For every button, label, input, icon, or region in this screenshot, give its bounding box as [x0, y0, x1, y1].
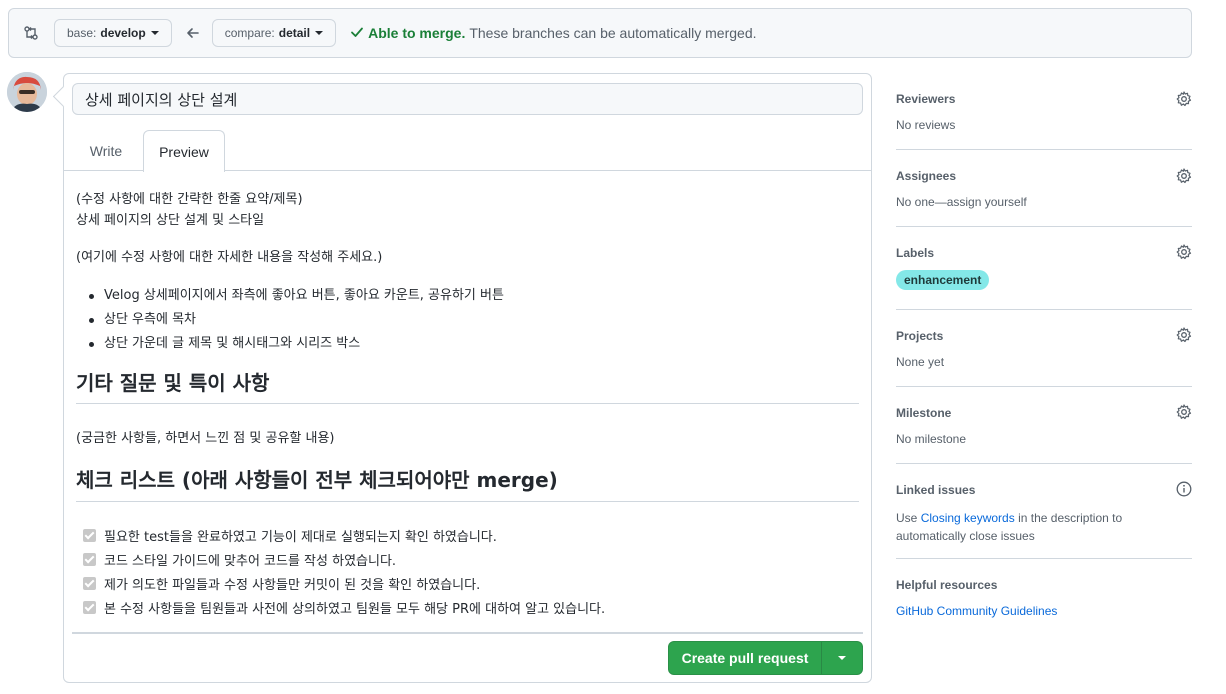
tab-preview[interactable]: Preview	[143, 130, 225, 172]
closing-keywords-link[interactable]: Closing keywords	[921, 511, 1015, 525]
compare-branch-select[interactable]: compare: detail	[211, 19, 337, 47]
labels-title[interactable]: Labels	[896, 246, 934, 260]
bullet-list: Velog 상세페이지에서 좌측에 좋아요 버튼, 좋아요 카운트, 공유하기 …	[76, 284, 504, 356]
base-branch-name: develop	[100, 26, 146, 40]
pr-form: Write Preview (수정 사항에 대한 간략한 한줄 요약/제목) 상…	[63, 73, 872, 683]
assignees-value[interactable]: No one—assign yourself	[896, 195, 1027, 209]
check-icon	[350, 25, 364, 42]
checkbox[interactable]	[83, 552, 96, 566]
checklist-heading: 체크 리스트 (아래 사항들이 전부 체크되어야만 merge)	[76, 461, 859, 502]
helpful-resources-section: Helpful resources GitHub Community Guide…	[896, 559, 1192, 629]
task-label: 제가 의도한 파일들과 수정 사항들만 커밋이 된 것을 확인 하였습니다.	[104, 577, 481, 593]
task-label: 필요한 test들을 완료하였고 기능이 제대로 실행되는지 확인 하였습니다.	[104, 529, 497, 545]
compare-bar: base: develop compare: detail Able to me…	[8, 8, 1192, 58]
summary-text: 상세 페이지의 상단 설계 및 스타일	[76, 213, 265, 228]
task-label: 본 수정 사항들을 팀원들과 사전에 상의하였고 팀원들 모두 해당 PR에 대…	[104, 601, 606, 617]
create-pr-button[interactable]: Create pull request	[669, 642, 822, 674]
gear-icon[interactable]	[1176, 244, 1192, 260]
chevron-down-icon	[150, 31, 159, 35]
compare-branch-name: detail	[278, 26, 311, 40]
create-pr-dropdown[interactable]	[822, 642, 862, 674]
merge-status: Able to merge. These branches can be aut…	[350, 25, 757, 42]
list-item: 상단 가운데 글 제목 및 해시태그와 시리즈 박스	[76, 332, 504, 356]
merge-desc-text: These branches can be automatically merg…	[469, 25, 757, 41]
merge-ok-text: Able to merge.	[368, 25, 466, 41]
label-enhancement[interactable]: enhancement	[896, 270, 990, 290]
divider	[72, 632, 863, 634]
label-list: enhancement	[896, 270, 990, 290]
reviewers-title[interactable]: Reviewers	[896, 92, 955, 106]
editor-tabs: Write Preview	[64, 130, 871, 172]
create-pr-button-group: Create pull request	[668, 641, 863, 675]
task-item: 본 수정 사항들을 팀원들과 사전에 상의하였고 팀원들 모두 해당 PR에 대…	[76, 595, 605, 619]
tab-write[interactable]: Write	[74, 130, 138, 171]
list-item: Velog 상세페이지에서 좌측에 좋아요 버튼, 좋아요 카운트, 공유하기 …	[76, 284, 504, 308]
linked-issues-section: Linked issues Use Closing keywords in th…	[896, 464, 1192, 559]
linked-issues-title: Linked issues	[896, 483, 976, 497]
list-item: 상단 우측에 목차	[76, 308, 504, 332]
task-list: 필요한 test들을 완료하였고 기능이 제대로 실행되는지 확인 하였습니다.…	[76, 523, 605, 619]
sidebar: Reviewers No reviews Assignees No one—as…	[896, 80, 1192, 629]
checkbox[interactable]	[83, 600, 96, 614]
linked-post2: automatically close issues	[896, 529, 1035, 543]
avatar[interactable]	[7, 72, 47, 112]
chevron-down-icon	[315, 31, 324, 35]
pr-title-input[interactable]	[72, 83, 863, 115]
questions-text: (궁금한 사항들, 하면서 느낀 점 및 공유할 내용)	[76, 431, 335, 446]
milestone-title[interactable]: Milestone	[896, 406, 951, 420]
projects-value: None yet	[896, 355, 945, 369]
assignees-section: Assignees No one—assign yourself	[896, 150, 1192, 227]
linked-post: in the description to	[1018, 511, 1123, 525]
projects-title[interactable]: Projects	[896, 329, 943, 343]
community-guidelines-link[interactable]: GitHub Community Guidelines	[896, 604, 1057, 618]
gear-icon[interactable]	[1176, 91, 1192, 107]
task-label: 코드 스타일 가이드에 맞추어 코드를 작성 하였습니다.	[104, 553, 397, 569]
summary-heading: (수정 사항에 대한 간략한 한줄 요약/제목)	[76, 192, 303, 207]
task-item: 제가 의도한 파일들과 수정 사항들만 커밋이 된 것을 확인 하였습니다.	[76, 571, 605, 595]
compare-prefix: compare:	[224, 26, 275, 40]
checkbox[interactable]	[83, 528, 96, 542]
linked-issues-text: Use Closing keywords in the description …	[896, 509, 1136, 545]
projects-section: Projects None yet	[896, 310, 1192, 387]
info-icon[interactable]	[1176, 481, 1192, 497]
assignees-title[interactable]: Assignees	[896, 169, 956, 183]
git-compare-icon	[23, 24, 41, 42]
base-branch-select[interactable]: base: develop	[54, 19, 172, 47]
task-item: 코드 스타일 가이드에 맞추어 코드를 작성 하였습니다.	[76, 547, 605, 571]
milestone-section: Milestone No milestone	[896, 387, 1192, 464]
helpful-resources-title: Helpful resources	[896, 578, 998, 592]
chevron-down-icon	[838, 656, 846, 660]
summary-block: (수정 사항에 대한 간략한 한줄 요약/제목) 상세 페이지의 상단 설계 및…	[76, 189, 303, 231]
milestone-value: No milestone	[896, 432, 967, 446]
base-prefix: base:	[67, 26, 97, 40]
linked-pre: Use	[896, 511, 918, 525]
gear-icon[interactable]	[1176, 168, 1192, 184]
reviewers-section: Reviewers No reviews	[896, 80, 1192, 150]
task-item: 필요한 test들을 완료하였고 기능이 제대로 실행되는지 확인 하였습니다.	[76, 523, 605, 547]
checkbox[interactable]	[83, 576, 96, 590]
labels-section: Labels enhancement	[896, 227, 1192, 310]
detail-prompt: (여기에 수정 사항에 대한 자세한 내용을 작성해 주세요.)	[76, 250, 383, 265]
gear-icon[interactable]	[1176, 404, 1192, 420]
questions-heading: 기타 질문 및 특이 사항	[76, 366, 859, 404]
reviewers-value: No reviews	[896, 118, 956, 132]
arrow-left-icon	[186, 26, 202, 40]
gear-icon[interactable]	[1176, 327, 1192, 343]
